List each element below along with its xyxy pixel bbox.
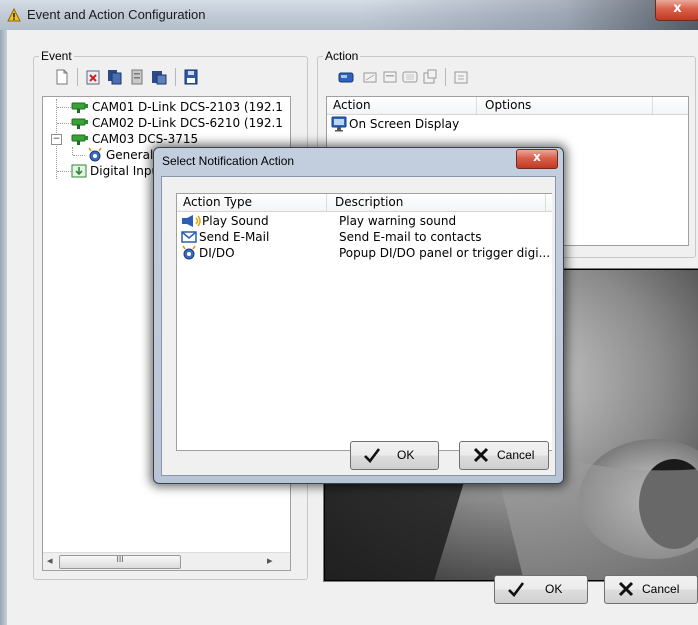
column-separator[interactable] <box>476 97 477 114</box>
toolbar-separator <box>175 68 176 86</box>
column-header-description[interactable]: Description <box>335 195 403 209</box>
dialog-ok-button[interactable]: OK <box>350 441 439 470</box>
title-glass <box>360 0 698 30</box>
cancel-button-label: Cancel <box>642 582 680 596</box>
add-action-icon[interactable] <box>338 69 354 85</box>
checkmark-icon <box>364 448 381 463</box>
alarm-icon <box>182 245 196 260</box>
close-icon: x <box>673 1 682 16</box>
properties-icon[interactable] <box>129 69 145 85</box>
save-icon[interactable] <box>183 69 199 85</box>
camera-icon <box>71 118 88 129</box>
copy-icon[interactable] <box>107 69 123 85</box>
warning-icon <box>7 8 21 22</box>
delete-icon[interactable] <box>85 69 101 85</box>
copy-action-icon[interactable] <box>402 69 418 85</box>
tree-collapse-toggle[interactable]: − <box>51 134 62 145</box>
column-header-options[interactable]: Options <box>485 98 531 112</box>
dialog-close-button[interactable]: x <box>516 149 558 169</box>
dialog-cancel-label: Cancel <box>497 448 535 462</box>
speaker-icon <box>182 215 201 227</box>
tree-line <box>57 123 71 124</box>
column-separator[interactable] <box>545 194 546 211</box>
notification-action-dialog: Select Notification Action x Action Type… <box>153 147 564 484</box>
tree-item-label: General <box>106 148 154 162</box>
action-type-list[interactable]: Action Type Description Play Sound Play … <box>176 193 552 451</box>
toolbar-separator <box>77 68 78 86</box>
action-type-description: Send E-mail to contacts <box>339 230 482 244</box>
delete-action-icon[interactable] <box>382 69 398 85</box>
cancel-button[interactable]: Cancel <box>604 575 698 604</box>
event-group-label: Event <box>39 49 74 63</box>
digital-input-icon <box>71 164 87 178</box>
dialog-cancel-button[interactable]: Cancel <box>459 441 549 470</box>
dialog-body: Action Type Description Play Sound Play … <box>161 176 556 476</box>
tree-item-label: CAM03 DCS-3715 <box>92 132 199 146</box>
dialog-ok-label: OK <box>397 448 415 462</box>
camera-icon <box>71 134 88 145</box>
scroll-thumb[interactable]: III <box>59 555 181 569</box>
action-group-label: Action <box>323 49 361 63</box>
column-header-action[interactable]: Action <box>333 98 371 112</box>
action-type-row[interactable]: Send E-Mail Send E-mail to contacts <box>181 229 551 245</box>
horizontal-scrollbar[interactable]: ◂ III ▸ <box>43 552 290 570</box>
scroll-grip: III <box>116 555 124 564</box>
action-list-header: Action Options <box>327 97 688 115</box>
tree-line <box>72 147 74 155</box>
action-type-list-header: Action Type Description <box>177 194 552 212</box>
ok-button[interactable]: OK <box>494 575 588 604</box>
edit-action-icon[interactable] <box>362 69 378 85</box>
action-type-row[interactable]: DI/DO Popup DI/DO panel or trigger digi.… <box>181 245 551 261</box>
tree-line <box>73 155 85 156</box>
email-icon <box>181 231 197 243</box>
column-header-action-type[interactable]: Action Type <box>183 195 252 209</box>
window-title: Event and Action Configuration <box>27 7 206 22</box>
action-type-description: Popup DI/DO panel or trigger digi... <box>339 246 551 260</box>
main-window: Event and Action Configuration x Event C… <box>0 0 698 625</box>
camera-icon <box>71 102 88 113</box>
column-separator[interactable] <box>652 97 653 114</box>
tree-item-label: CAM01 D-Link DCS-2103 (192.1 <box>92 100 283 114</box>
ok-button-label: OK <box>545 582 563 596</box>
window-frame <box>0 30 7 625</box>
action-type-row[interactable]: Play Sound Play warning sound <box>181 213 551 229</box>
column-separator[interactable] <box>326 194 327 211</box>
test-action-icon[interactable] <box>453 69 469 85</box>
action-type-label: Send E-Mail <box>199 230 270 244</box>
paste-action-icon[interactable] <box>422 69 438 85</box>
tree-line <box>57 171 71 172</box>
action-type-label: DI/DO <box>199 246 235 260</box>
action-type-description: Play warning sound <box>339 214 457 228</box>
toolbar-separator <box>445 68 446 86</box>
event-icon <box>88 147 102 162</box>
scroll-left-icon[interactable]: ◂ <box>47 554 53 567</box>
action-type-label: Play Sound <box>202 214 269 228</box>
x-icon <box>473 447 489 463</box>
monitor-icon <box>331 116 347 132</box>
action-row-label: On Screen Display <box>349 117 460 131</box>
checkmark-icon <box>508 582 525 597</box>
title-bar[interactable]: Event and Action Configuration x <box>0 0 698 30</box>
dialog-title: Select Notification Action <box>162 154 295 168</box>
new-icon[interactable] <box>54 69 70 85</box>
x-icon <box>618 581 634 597</box>
tree-item-label: CAM02 D-Link DCS-6210 (192.1 <box>92 116 283 130</box>
scroll-right-icon[interactable]: ▸ <box>267 554 273 567</box>
window-close-button[interactable]: x <box>655 0 698 21</box>
close-icon: x <box>533 150 541 164</box>
tree-line <box>57 107 71 108</box>
paste-icon[interactable] <box>151 69 167 85</box>
